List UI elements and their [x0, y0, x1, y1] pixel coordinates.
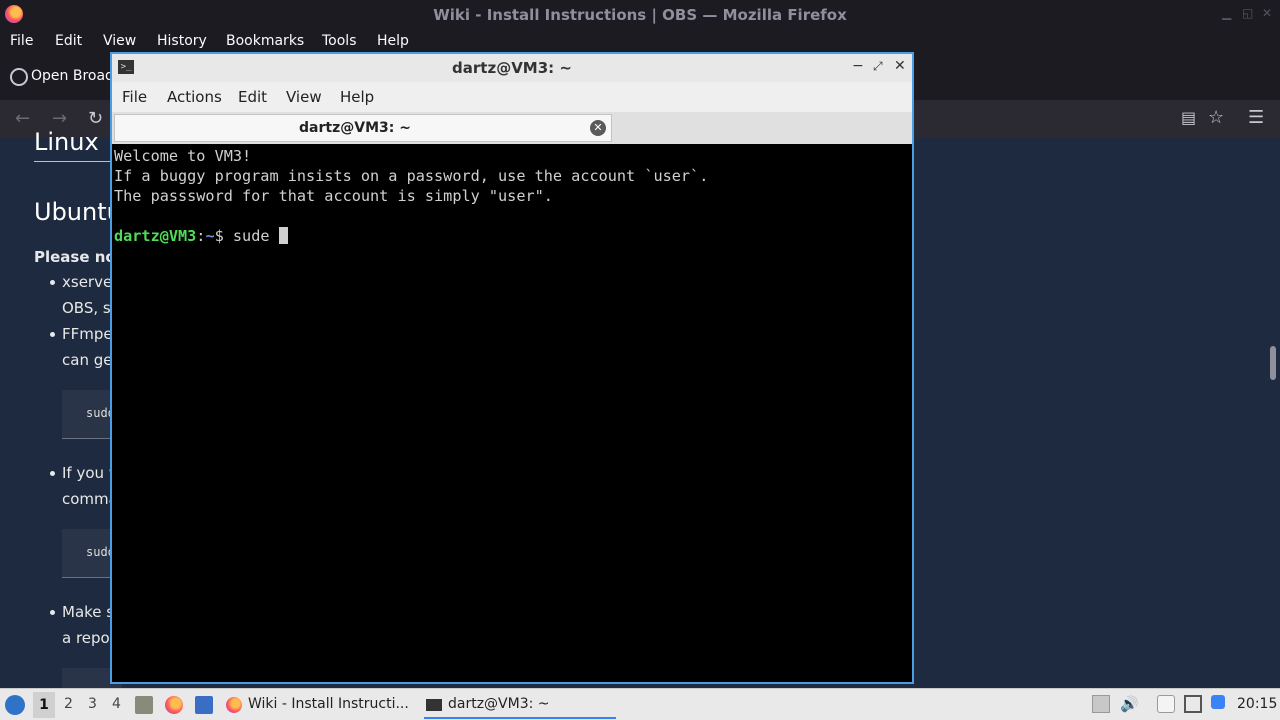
terminal-prompt-line: dartz@VM3:~$ sude — [114, 226, 288, 246]
workspace-4[interactable]: 4 — [112, 696, 121, 712]
bullet-dot — [50, 610, 55, 615]
bullet4-line1: Make s — [62, 603, 115, 621]
terminal-output[interactable]: Welcome to VM3! If a buggy program insis… — [112, 144, 912, 682]
prompt-user: dartz@VM3 — [114, 227, 197, 245]
tray-arrow-icon[interactable] — [1092, 695, 1110, 713]
firefox-launcher-icon[interactable] — [165, 696, 183, 714]
firefox-titlebar: Wiki - Install Instructions | OBS — Mozi… — [0, 0, 1280, 29]
minimize-icon[interactable]: ▁ — [1222, 6, 1231, 20]
text-cursor — [278, 227, 288, 244]
terminal-titlebar[interactable]: >_ dartz@VM3: ~ − ⤢ ✕ — [112, 54, 912, 82]
taskbar-app-firefox[interactable]: Wiki - Install Instructi... — [224, 691, 414, 719]
taskbar-app-label: Wiki - Install Instructi... — [248, 696, 409, 712]
command-input[interactable]: sude — [233, 227, 279, 245]
terminal-window: >_ dartz@VM3: ~ − ⤢ ✕ File Actions Edit … — [110, 52, 914, 684]
page-scrollbar-thumb[interactable] — [1270, 346, 1276, 380]
close-icon[interactable]: ✕ — [1262, 6, 1272, 20]
close-icon[interactable]: ✕ — [894, 58, 906, 74]
bullet2-line2: can ge — [62, 351, 113, 369]
terminal-line: Welcome to VM3! — [114, 147, 252, 165]
reader-view-icon[interactable]: ▤ — [1181, 108, 1196, 127]
menu-bookmarks[interactable]: Bookmarks — [226, 33, 304, 49]
firefox-window-title: Wiki - Install Instructions | OBS — Mozi… — [433, 6, 847, 24]
taskbar: 1 2 3 4 Wiki - Install Instructi... dart… — [0, 688, 1280, 720]
start-menu-icon[interactable] — [5, 695, 25, 715]
maximize-icon[interactable]: ⤢ — [873, 59, 883, 74]
bullet-dot — [50, 280, 55, 285]
section-heading-ubuntu: Ubuntu — [34, 198, 122, 226]
show-desktop-icon[interactable] — [195, 696, 213, 714]
workspace-1[interactable]: 1 — [33, 692, 55, 718]
volume-icon[interactable]: 🔊 — [1120, 695, 1139, 713]
terminal-menu-edit[interactable]: Edit — [238, 88, 267, 106]
terminal-tab-label: dartz@VM3: ~ — [299, 120, 411, 136]
maximize-icon[interactable]: ◱ — [1242, 6, 1253, 20]
menu-edit[interactable]: Edit — [55, 33, 82, 49]
firefox-tab-label[interactable]: Open Broad — [31, 68, 114, 84]
terminal-line: The passsword for that account is simply… — [114, 187, 553, 205]
menu-history[interactable]: History — [157, 33, 207, 49]
bullet1-line2: OBS, s — [62, 299, 111, 317]
terminal-tab[interactable]: dartz@VM3: ~ ✕ — [114, 114, 612, 142]
forward-icon[interactable]: → — [52, 108, 67, 129]
terminal-menu-help[interactable]: Help — [340, 88, 374, 106]
prompt-path: ~ — [205, 227, 215, 245]
minimize-icon[interactable]: − — [852, 58, 864, 74]
display-icon[interactable] — [1184, 695, 1202, 713]
page-heading-linux: Linux — [34, 128, 99, 156]
terminal-line: If a buggy program insists on a password… — [114, 167, 709, 185]
notification-icon[interactable] — [1211, 695, 1225, 709]
clock[interactable]: 20:15 — [1237, 696, 1277, 712]
terminal-menubar: File Actions Edit View Help — [112, 82, 912, 112]
clipboard-icon[interactable] — [1157, 695, 1175, 713]
bullet-dot — [50, 471, 55, 476]
firefox-menubar: File Edit View History Bookmarks Tools H… — [0, 29, 1280, 54]
hamburger-menu-icon[interactable]: ☰ — [1248, 107, 1264, 128]
workspace-3[interactable]: 3 — [88, 696, 97, 712]
firefox-icon — [226, 697, 242, 713]
menu-tools[interactable]: Tools — [322, 33, 357, 49]
workspace-2[interactable]: 2 — [64, 696, 73, 712]
file-manager-icon[interactable] — [135, 696, 153, 714]
terminal-menu-file[interactable]: File — [122, 88, 147, 106]
prompt-symbol: $ — [214, 227, 233, 245]
terminal-menu-actions[interactable]: Actions — [167, 88, 222, 106]
taskbar-app-label: dartz@VM3: ~ — [448, 696, 550, 712]
terminal-icon — [426, 699, 442, 711]
menu-view[interactable]: View — [103, 33, 136, 49]
terminal-tabbar: dartz@VM3: ~ ✕ — [112, 112, 912, 144]
bookmark-star-icon[interactable]: ☆ — [1208, 107, 1224, 128]
bullet-dot — [50, 332, 55, 337]
terminal-menu-view[interactable]: View — [286, 88, 322, 106]
bullet2-line1: FFmpe — [62, 325, 113, 343]
reload-icon[interactable]: ↻ — [88, 108, 103, 129]
heading-divider — [34, 161, 114, 162]
menu-help[interactable]: Help — [377, 33, 409, 49]
menu-file[interactable]: File — [10, 33, 33, 49]
obs-tab-icon — [10, 68, 28, 86]
terminal-window-title: dartz@VM3: ~ — [452, 59, 572, 77]
tab-close-icon[interactable]: ✕ — [590, 120, 606, 136]
bullet1-line1: xserve — [62, 273, 113, 291]
back-icon[interactable]: ← — [15, 108, 30, 129]
taskbar-app-terminal[interactable]: dartz@VM3: ~ — [424, 691, 616, 719]
